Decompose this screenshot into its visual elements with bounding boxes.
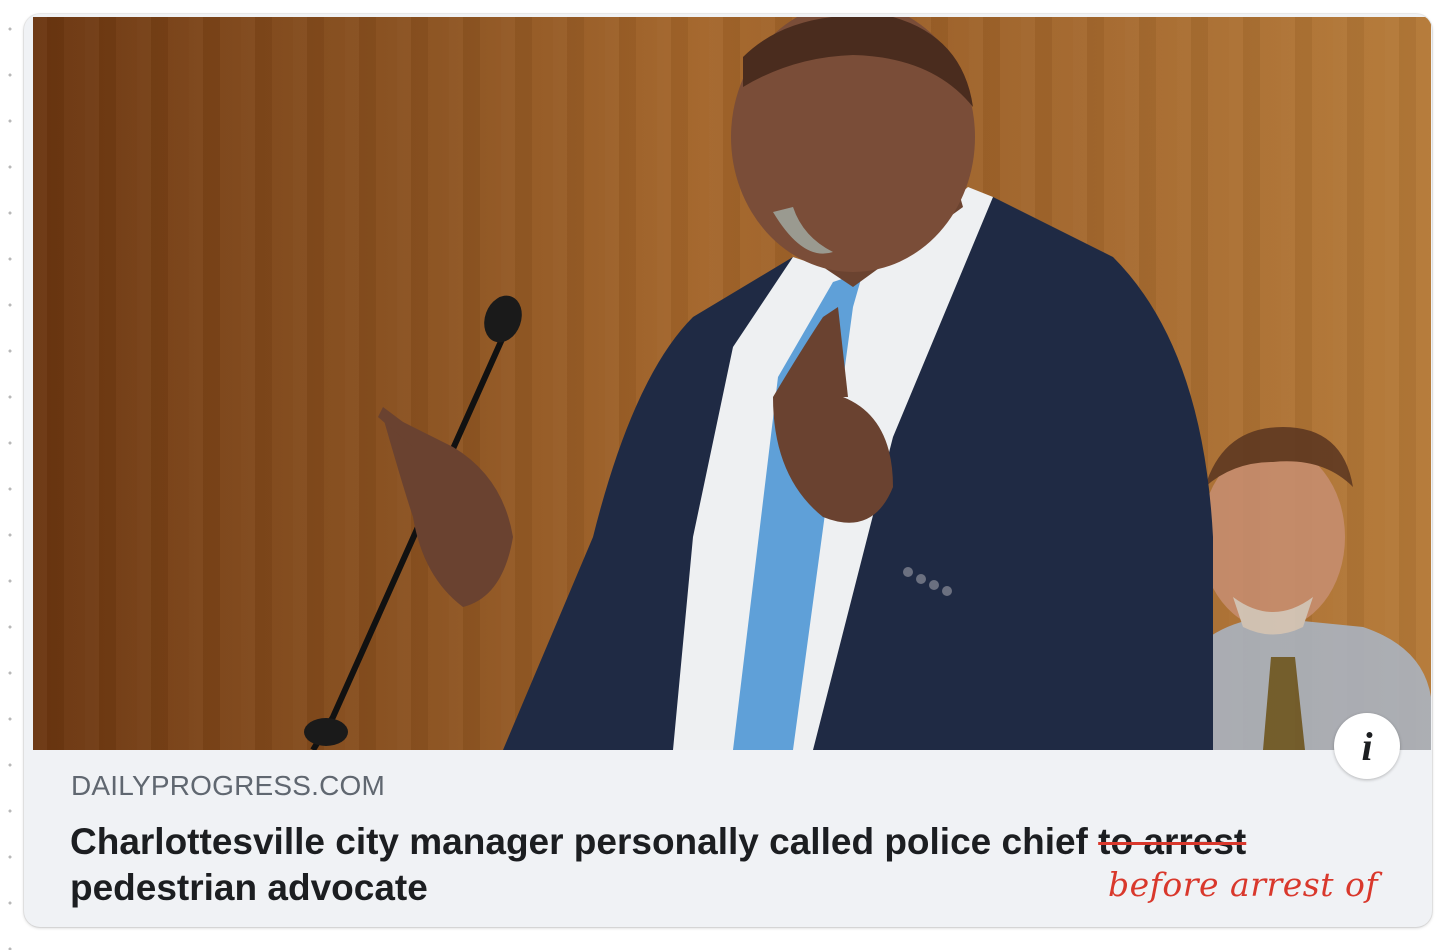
headline-text-start: Charlottesville city manager personally … bbox=[70, 821, 1099, 862]
link-preview-card[interactable]: i DAILYPROGRESS.COM Charlottesville city… bbox=[24, 14, 1432, 927]
article-photo[interactable] bbox=[33, 17, 1431, 750]
dotted-margin bbox=[0, 0, 20, 950]
left-hand bbox=[383, 417, 513, 607]
headline-text-end: pedestrian advocate bbox=[70, 867, 428, 908]
source-domain: DAILYPROGRESS.COM bbox=[71, 770, 386, 801]
handwritten-correction: before arrest of bbox=[1108, 865, 1379, 904]
info-icon[interactable]: i bbox=[1334, 713, 1400, 779]
struck-through-text: to arrest bbox=[1098, 821, 1247, 862]
photo-illustration bbox=[304, 17, 1431, 750]
